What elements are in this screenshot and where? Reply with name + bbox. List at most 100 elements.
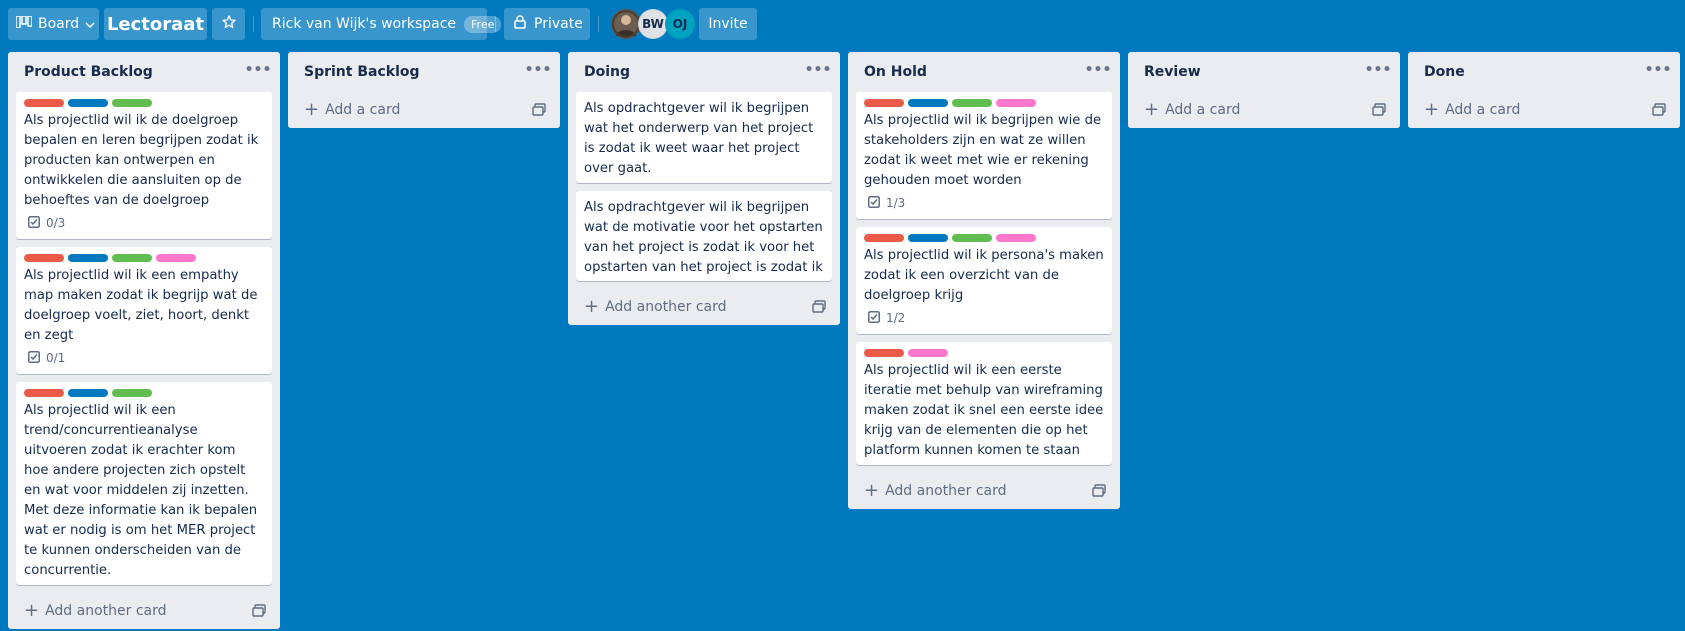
add-card-button[interactable]: + Add another card [8,593,280,629]
template-icon[interactable] [1092,484,1106,498]
label-red [864,99,904,107]
checklist-count: 0/1 [46,351,66,365]
plus-icon: + [24,600,40,621]
label-green [952,99,992,107]
card-labels [24,389,264,397]
header-divider [598,16,599,32]
card-title: Als projectlid wil ik begrijpen wie de s… [864,113,1102,188]
label-pink [996,99,1036,107]
label-green [112,389,152,397]
privacy-button[interactable]: Private [504,8,590,40]
label-pink [156,254,196,262]
add-card-button[interactable]: + Add a card [1128,92,1400,128]
list-header: Product Backlog ••• [8,52,280,92]
label-blue [68,254,108,262]
label-green [112,254,152,262]
card-title: Als projectlid wil ik persona's maken zo… [864,248,1104,303]
more-icon[interactable]: ••• [1365,60,1392,80]
checklist-badge: 0/3 [24,211,264,235]
more-icon[interactable]: ••• [1085,60,1112,80]
add-card-label: Add a card [1445,102,1521,118]
more-icon[interactable]: ••• [245,60,272,80]
star-button[interactable] [212,8,245,40]
list-title[interactable]: Sprint Backlog [304,64,420,80]
list-done: Done ••• + Add a card [1408,52,1680,128]
plus-icon: + [304,99,320,120]
view-switcher-button[interactable]: Board [8,8,99,40]
avatar[interactable] [611,9,641,39]
list-title[interactable]: Done [1424,64,1465,80]
add-card-button[interactable]: + Add another card [848,473,1120,509]
list-title[interactable]: On Hold [864,64,927,80]
label-blue [908,99,948,107]
avatar[interactable]: OJ [665,9,695,39]
label-pink [908,349,948,357]
card-title: Als projectlid wil ik een empathy map ma… [24,268,258,343]
list-doing: Doing ••• Als opdrachtgever wil ik begri… [568,52,840,325]
list-review: Review ••• + Add a card [1128,52,1400,128]
checklist-count: 1/3 [886,196,906,210]
card-labels [24,99,264,107]
label-red [864,234,904,242]
card-container: Als opdrachtgever wil ik begrijpen wat h… [568,92,840,281]
card[interactable]: Als opdrachtgever wil ik begrijpen wat h… [576,92,832,183]
label-red [24,254,64,262]
add-card-label: Add another card [45,603,167,619]
list-title[interactable]: Product Backlog [24,64,153,80]
list-sprint-backlog: Sprint Backlog ••• + Add a card [288,52,560,128]
list-product-backlog: Product Backlog ••• Als projectlid wil i… [8,52,280,629]
plus-icon: + [864,480,880,501]
workspace-button[interactable]: Rick van Wijk's workspace Free [261,8,502,40]
more-icon[interactable]: ••• [805,60,832,80]
label-red [864,349,904,357]
chevron-down-icon [85,16,95,32]
list-title[interactable]: Doing [584,64,630,80]
board-icon [15,15,33,32]
add-card-button[interactable]: + Add a card [1408,92,1680,128]
more-icon[interactable]: ••• [1645,60,1672,80]
header-divider [495,16,496,32]
card[interactable]: Als projectlid wil ik een trend/concurre… [16,382,272,585]
add-card-label: Add a card [1165,102,1241,118]
label-green [952,234,992,242]
checklist-badge: 1/2 [864,306,1104,330]
invite-button[interactable]: Invite [699,8,757,40]
card-title: Als projectlid wil ik een trend/concurre… [24,403,258,578]
card-labels [24,254,264,262]
card-labels [864,349,1104,357]
board-title[interactable]: Lectoraat [104,8,207,40]
avatar[interactable]: BW [638,9,668,39]
template-icon[interactable] [252,604,266,618]
card[interactable]: Als projectlid wil ik persona's maken zo… [856,227,1112,334]
template-icon[interactable] [812,300,826,314]
checklist-count: 0/3 [46,216,66,230]
template-icon[interactable] [532,103,546,117]
card-labels [864,234,1104,242]
label-pink [996,234,1036,242]
add-card-button[interactable]: + Add a card [288,92,560,128]
card[interactable]: Als opdrachtgever wil ik begrijpen wat d… [576,191,832,281]
add-card-button[interactable]: + Add another card [568,289,840,325]
card-labels [864,99,1104,107]
template-icon[interactable] [1652,103,1666,117]
privacy-label: Private [534,16,583,32]
board-header: Board Lectoraat Rick van Wijk's workspac… [0,0,1685,48]
checklist-icon [868,195,880,211]
label-blue [908,234,948,242]
list-header: Doing ••• [568,52,840,92]
checklist-icon [28,215,40,231]
label-blue [68,99,108,107]
card[interactable]: Als projectlid wil ik een empathy map ma… [16,247,272,374]
add-card-label: Add another card [605,299,727,315]
list-on-hold: On Hold ••• Als projectlid wil ik begrij… [848,52,1120,509]
list-title[interactable]: Review [1144,64,1201,80]
more-icon[interactable]: ••• [525,60,552,80]
plus-icon: + [1144,99,1160,120]
checklist-badge: 1/3 [864,191,1104,215]
card[interactable]: Als projectlid wil ik een eerste iterati… [856,342,1112,465]
card[interactable]: Als projectlid wil ik de doelgroep bepal… [16,92,272,239]
template-icon[interactable] [1372,103,1386,117]
card-title: Als opdrachtgever wil ik begrijpen wat d… [584,200,823,275]
card[interactable]: Als projectlid wil ik begrijpen wie de s… [856,92,1112,219]
list-header: Done ••• [1408,52,1680,92]
